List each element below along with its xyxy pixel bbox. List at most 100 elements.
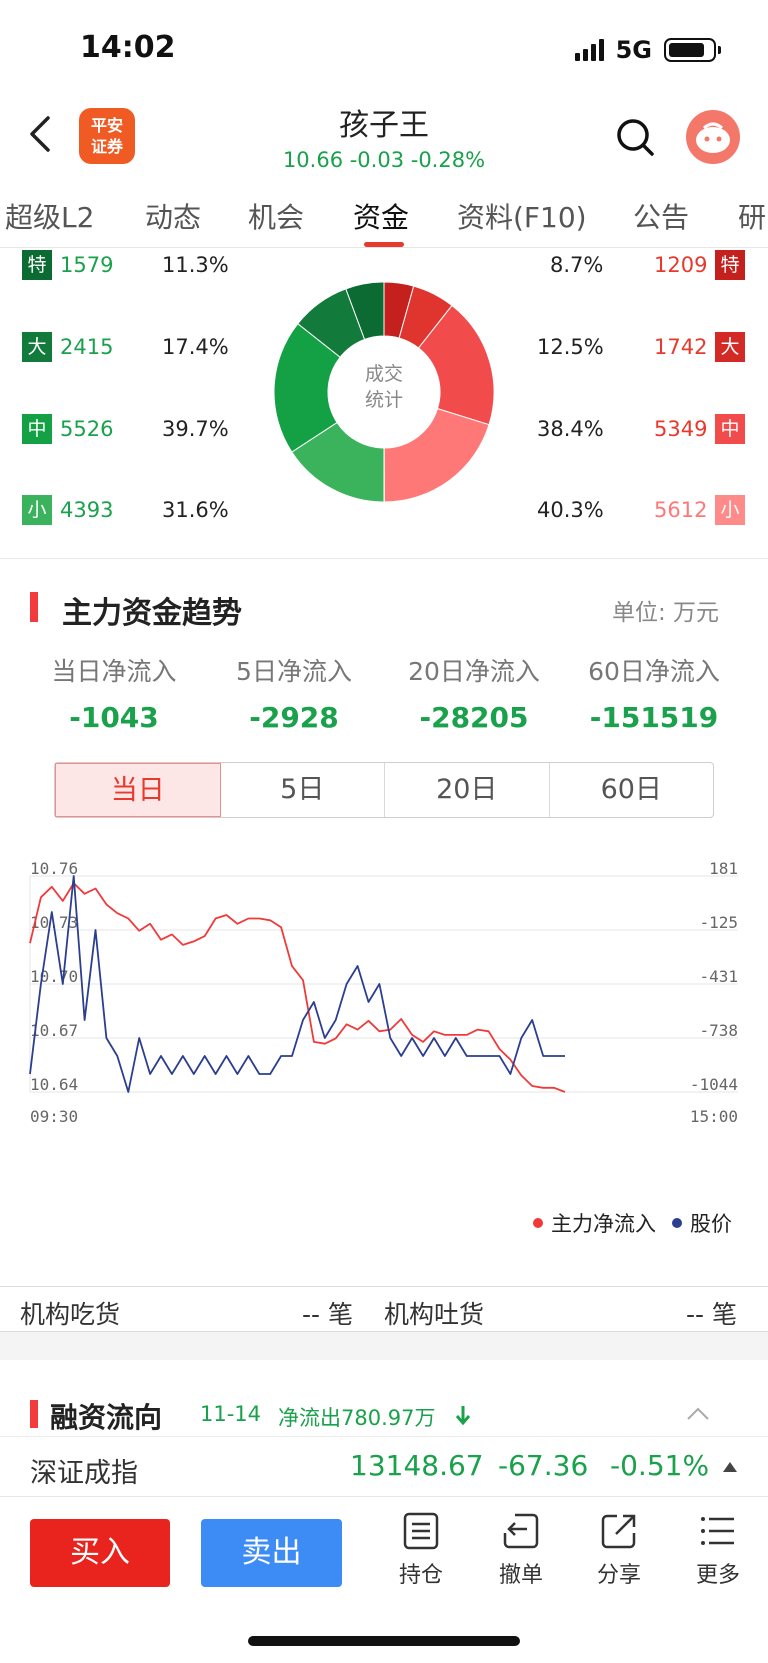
index-value: 13148.67 bbox=[350, 1449, 484, 1482]
flow-value-20d: -28205 bbox=[419, 701, 529, 734]
unit-label: 单位: 万元 bbox=[612, 600, 720, 626]
holdings-button[interactable]: 持仓 bbox=[381, 1511, 461, 1589]
margin-title: 融资流向 bbox=[50, 1401, 163, 1434]
chart-grid bbox=[29, 875, 738, 1093]
y-left-tick: 10.64 bbox=[30, 1075, 78, 1094]
flow-label-20d: 20日净流入 bbox=[408, 657, 540, 686]
tab-l2[interactable]: 超级L2 bbox=[5, 196, 94, 236]
left-pct: 11.3% bbox=[162, 253, 229, 277]
tag-medium-right: 中 bbox=[715, 414, 745, 444]
period-20d-button[interactable]: 20日 bbox=[385, 763, 550, 817]
tab-announcements[interactable]: 公告 bbox=[633, 196, 689, 236]
down-arrow-icon bbox=[455, 1406, 471, 1426]
buy-button[interactable]: 买入 bbox=[30, 1519, 170, 1587]
flow-label-1d: 当日净流入 bbox=[51, 657, 177, 686]
chart-tick-labels: 10.76 18110.73 -12510.70 -43110.67 -73810.64… bbox=[30, 860, 738, 1126]
more-button[interactable]: 更多 bbox=[678, 1511, 758, 1589]
chart-legend: 主力净流入 股价 bbox=[533, 1208, 732, 1238]
section-accent-bar bbox=[30, 1400, 38, 1428]
index-name: 深证成指 bbox=[30, 1458, 138, 1489]
share-button[interactable]: 分享 bbox=[579, 1511, 659, 1589]
institution-row: 机构吃货 -- 笔 机构吐货 -- 笔 bbox=[0, 1286, 768, 1332]
legend-flow-label: 主力净流入 bbox=[551, 1212, 656, 1236]
left-count: 5526 bbox=[60, 417, 114, 441]
right-pct: 40.3% bbox=[537, 498, 604, 522]
index-ticker[interactable]: 深证成指 13148.67 -67.36 -0.51% bbox=[0, 1436, 768, 1496]
inst-eat-label: 机构吃货 bbox=[20, 1300, 121, 1329]
y-right-tick: -125 bbox=[699, 913, 738, 932]
index-change: -67.36 bbox=[498, 1449, 589, 1482]
active-tab-indicator bbox=[364, 242, 404, 247]
tag-small-right: 小 bbox=[715, 495, 745, 525]
y-left-tick: 10.70 bbox=[30, 967, 78, 986]
flow-value-1d: -1043 bbox=[69, 701, 159, 734]
inst-spit-value: -- 笔 bbox=[686, 1300, 737, 1329]
right-count: 1209 bbox=[654, 253, 708, 277]
sell-button[interactable]: 卖出 bbox=[201, 1519, 342, 1587]
flow-label-5d: 5日净流入 bbox=[236, 657, 352, 686]
left-count: 1579 bbox=[60, 253, 114, 277]
assistant-avatar-icon[interactable] bbox=[686, 110, 740, 164]
bottom-action-bar: 买入 卖出 持仓 撤单 分享 更多 bbox=[0, 1496, 768, 1626]
more-menu-icon bbox=[701, 1517, 734, 1545]
y-right-tick: -738 bbox=[699, 1021, 738, 1040]
section-divider bbox=[0, 558, 768, 559]
share-label: 分享 bbox=[596, 1563, 641, 1588]
left-pct: 31.6% bbox=[162, 498, 229, 522]
tag-super-left: 特 bbox=[22, 250, 52, 280]
more-label: 更多 bbox=[695, 1563, 740, 1588]
right-pct: 8.7% bbox=[550, 253, 604, 277]
period-60d-button[interactable]: 60日 bbox=[550, 763, 714, 817]
margin-net: 净流出780.97万 bbox=[278, 1406, 436, 1430]
tab-f10[interactable]: 资料(F10) bbox=[457, 196, 587, 236]
y-right-tick: -1044 bbox=[690, 1075, 738, 1094]
left-count: 4393 bbox=[60, 498, 114, 522]
margin-flow-header[interactable]: 融资流向 11-14 净流出780.97万 bbox=[0, 1388, 768, 1438]
y-right-tick: -431 bbox=[699, 967, 738, 986]
left-pct: 17.4% bbox=[162, 335, 229, 359]
search-icon[interactable] bbox=[614, 116, 656, 158]
tab-dynamics[interactable]: 动态 bbox=[145, 196, 201, 236]
tab-bar: 超级L2 动态 机会 资金 资料(F10) 公告 研 bbox=[0, 196, 768, 248]
tab-funds[interactable]: 资金 bbox=[353, 196, 409, 236]
cancel-order-button[interactable]: 撤单 bbox=[481, 1511, 561, 1589]
flow-value-60d: -151519 bbox=[589, 701, 719, 734]
fund-trend-chart: 10.76 18110.73 -12510.70 -43110.67 -73810.64… bbox=[29, 860, 738, 1126]
flow-label-60d: 60日净流入 bbox=[588, 657, 720, 686]
series-line-main-flow bbox=[29, 882, 566, 1093]
right-count: 5612 bbox=[654, 498, 708, 522]
battery-icon bbox=[664, 38, 721, 62]
signal-icon bbox=[574, 39, 604, 61]
tab-research[interactable]: 研 bbox=[738, 196, 766, 236]
tag-super-right: 特 bbox=[715, 250, 745, 280]
cancel-order-label: 撤单 bbox=[498, 1563, 543, 1588]
status-indicators: 5G bbox=[574, 36, 721, 64]
period-today-button[interactable]: 当日 bbox=[55, 763, 221, 817]
right-count: 1742 bbox=[654, 335, 708, 359]
inst-spit-label: 机构吐货 bbox=[384, 1300, 485, 1329]
y-left-tick: 10.67 bbox=[30, 1021, 78, 1040]
right-pct: 38.4% bbox=[537, 417, 604, 441]
donut-segment-sell bbox=[383, 408, 490, 503]
left-pct: 39.7% bbox=[162, 417, 229, 441]
period-selector: 当日 5日 20日 60日 bbox=[54, 762, 714, 818]
flow-value-5d: -2928 bbox=[249, 701, 339, 734]
trade-stats-donut: 成交 统计 bbox=[273, 281, 495, 503]
holdings-label: 持仓 bbox=[398, 1563, 443, 1588]
tag-small-left: 小 bbox=[22, 495, 52, 525]
collapse-chevron-icon[interactable] bbox=[686, 1406, 710, 1422]
tag-large-right: 大 bbox=[715, 332, 745, 362]
cancel-order-icon bbox=[503, 1513, 539, 1549]
section-accent-bar bbox=[30, 592, 38, 622]
donut-center-line1: 成交 bbox=[365, 363, 403, 385]
legend-dot-price bbox=[672, 1218, 682, 1228]
holdings-icon bbox=[403, 1512, 439, 1550]
donut-center-line2: 统计 bbox=[365, 389, 403, 411]
index-pct: -0.51% bbox=[610, 1449, 710, 1482]
tag-large-left: 大 bbox=[22, 332, 52, 362]
status-time: 14:02 bbox=[80, 30, 176, 65]
expand-up-icon[interactable] bbox=[722, 1461, 738, 1473]
right-pct: 12.5% bbox=[537, 335, 604, 359]
period-5d-button[interactable]: 5日 bbox=[221, 763, 385, 817]
tab-opportunity[interactable]: 机会 bbox=[248, 196, 304, 236]
